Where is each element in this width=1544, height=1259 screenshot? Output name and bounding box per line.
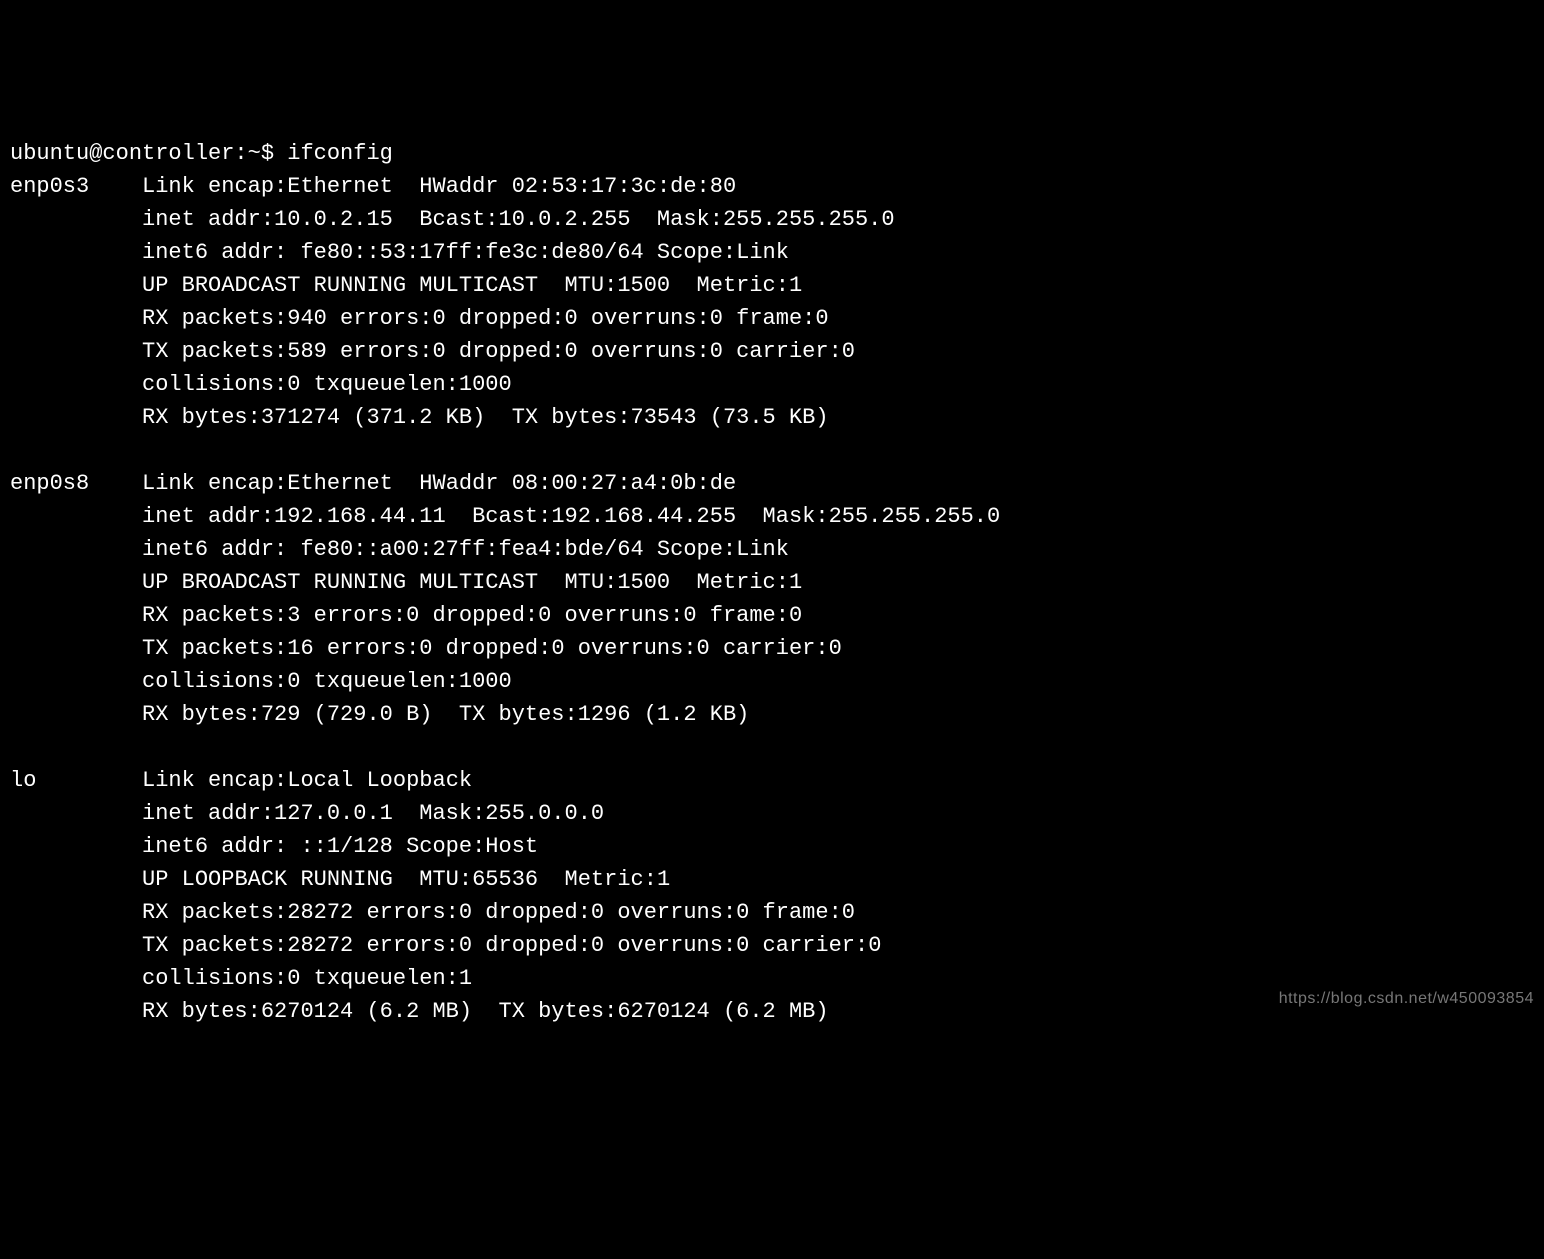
rx-packets-0: 940 <box>287 306 327 331</box>
rx-bytes-h-2: (6.2 MB) <box>366 999 472 1024</box>
rx-errors-0: 0 <box>432 306 445 331</box>
rx-overruns-0: 0 <box>710 306 723 331</box>
rx-bytes-1: 729 <box>261 702 301 727</box>
mask-0: 255.255.255.0 <box>723 207 895 232</box>
tx-bytes-1: 1296 <box>578 702 631 727</box>
scope-2: Host <box>485 834 538 859</box>
inet-addr-2: 127.0.0.1 <box>274 801 393 826</box>
link-encap-2: Local Loopback <box>287 768 472 793</box>
rx-packets-1: 3 <box>287 603 300 628</box>
rx-frame-1: 0 <box>789 603 802 628</box>
iface-name-0: enp0s3 <box>10 174 89 199</box>
tx-errors-0: 0 <box>432 339 445 364</box>
link-encap-0: Ethernet <box>287 174 393 199</box>
bcast-1: 192.168.44.255 <box>551 504 736 529</box>
txqueuelen-0: 1000 <box>459 372 512 397</box>
tx-overruns-0: 0 <box>710 339 723 364</box>
rx-overruns-1: 0 <box>683 603 696 628</box>
scope-1: Link <box>736 537 789 562</box>
collisions-2: 0 <box>287 966 300 991</box>
rx-bytes-2: 6270124 <box>261 999 353 1024</box>
terminal-output[interactable]: ubuntu@controller:~$ ifconfig enp0s3 Lin… <box>10 137 1534 1028</box>
tx-dropped-2: 0 <box>591 933 604 958</box>
rx-bytes-h-0: (371.2 KB) <box>353 405 485 430</box>
rx-overruns-2: 0 <box>736 900 749 925</box>
iface-name-1: enp0s8 <box>10 471 89 496</box>
metric-2: 1 <box>657 867 670 892</box>
inet6-1: fe80::a00:27ff:fea4:bde/64 <box>300 537 643 562</box>
mtu-0: 1500 <box>617 273 670 298</box>
tx-overruns-2: 0 <box>736 933 749 958</box>
pad <box>36 768 128 793</box>
command-text: ifconfig <box>287 141 393 166</box>
txqueuelen-2: 1 <box>459 966 472 991</box>
tx-bytes-h-2: (6.2 MB) <box>723 999 829 1024</box>
rx-errors-2: 0 <box>459 900 472 925</box>
rx-dropped-1: 0 <box>538 603 551 628</box>
iface-name-2: lo <box>10 768 36 793</box>
inet6-0: fe80::53:17ff:fe3c:de80/64 <box>300 240 643 265</box>
rx-bytes-h-1: (729.0 B) <box>314 702 433 727</box>
tx-errors-1: 0 <box>419 636 432 661</box>
inet-addr-1: 192.168.44.11 <box>274 504 446 529</box>
tx-dropped-0: 0 <box>565 339 578 364</box>
pad <box>89 174 129 199</box>
rx-errors-1: 0 <box>406 603 419 628</box>
hwaddr-1: 08:00:27:a4:0b:de <box>512 471 736 496</box>
tx-packets-2: 28272 <box>287 933 353 958</box>
mtu-2: 65536 <box>472 867 538 892</box>
tx-bytes-0: 73543 <box>631 405 697 430</box>
pad <box>89 471 129 496</box>
mtu-1: 1500 <box>617 570 670 595</box>
tx-packets-0: 589 <box>287 339 327 364</box>
tx-overruns-1: 0 <box>697 636 710 661</box>
shell-prompt: ubuntu@controller:~$ <box>10 141 287 166</box>
metric-0: 1 <box>789 273 802 298</box>
rx-dropped-2: 0 <box>591 900 604 925</box>
rx-dropped-0: 0 <box>565 306 578 331</box>
tx-bytes-h-1: (1.2 KB) <box>644 702 750 727</box>
tx-carrier-1: 0 <box>829 636 842 661</box>
watermark-text: https://blog.csdn.net/w450093854 <box>1279 987 1534 1011</box>
bcast-0: 10.0.2.255 <box>499 207 631 232</box>
tx-bytes-h-0: (73.5 KB) <box>710 405 829 430</box>
hwaddr-0: 02:53:17:3c:de:80 <box>512 174 736 199</box>
inet6-2: ::1/128 <box>300 834 392 859</box>
tx-carrier-2: 0 <box>868 933 881 958</box>
rx-packets-2: 28272 <box>287 900 353 925</box>
metric-1: 1 <box>789 570 802 595</box>
rx-frame-2: 0 <box>842 900 855 925</box>
tx-bytes-2: 6270124 <box>617 999 709 1024</box>
flags-2: UP LOOPBACK RUNNING <box>142 867 393 892</box>
collisions-0: 0 <box>287 372 300 397</box>
tx-dropped-1: 0 <box>551 636 564 661</box>
mask-2: 255.0.0.0 <box>485 801 604 826</box>
tx-packets-1: 16 <box>287 636 313 661</box>
rx-bytes-0: 371274 <box>261 405 340 430</box>
flags-1: UP BROADCAST RUNNING MULTICAST <box>142 570 538 595</box>
scope-0: Link <box>736 240 789 265</box>
link-encap-1: Ethernet <box>287 471 393 496</box>
tx-carrier-0: 0 <box>842 339 855 364</box>
collisions-1: 0 <box>287 669 300 694</box>
flags-0: UP BROADCAST RUNNING MULTICAST <box>142 273 538 298</box>
rx-frame-0: 0 <box>815 306 828 331</box>
inet-addr-0: 10.0.2.15 <box>274 207 393 232</box>
txqueuelen-1: 1000 <box>459 669 512 694</box>
tx-errors-2: 0 <box>459 933 472 958</box>
mask-1: 255.255.255.0 <box>829 504 1001 529</box>
